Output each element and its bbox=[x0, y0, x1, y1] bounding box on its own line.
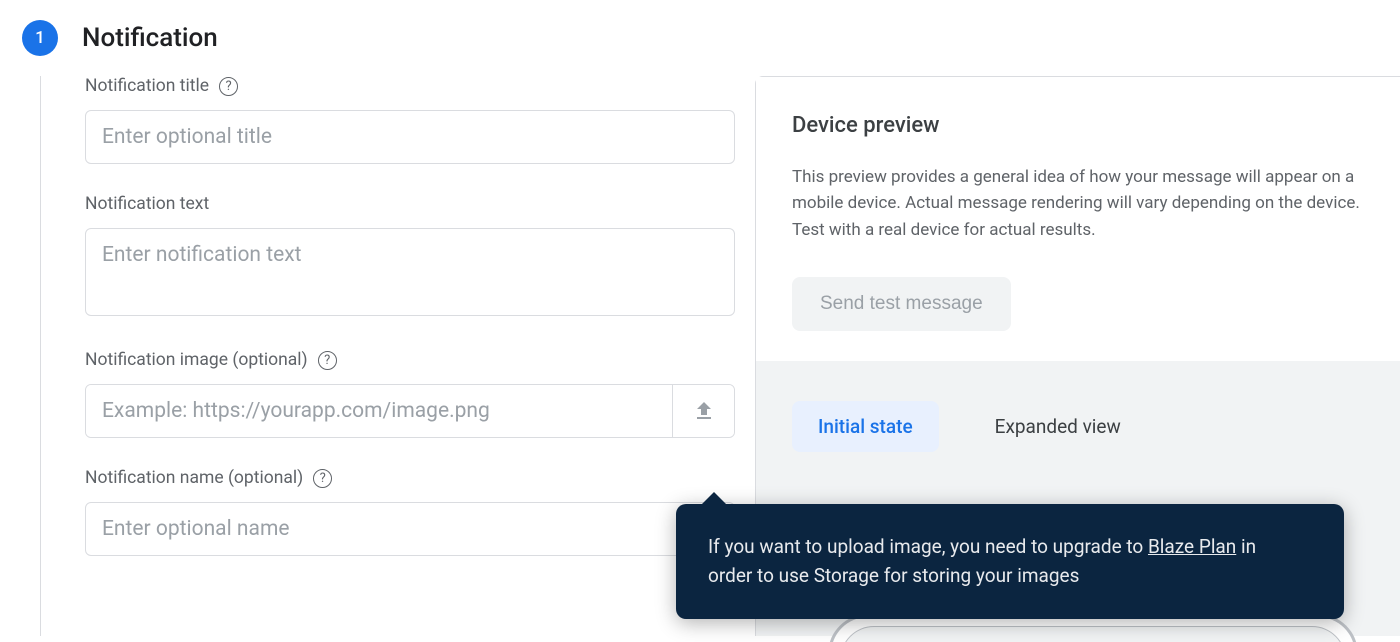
preview-tabs: Initial state Expanded view bbox=[792, 401, 1364, 452]
help-icon[interactable]: ? bbox=[219, 77, 238, 96]
notification-image-label: Notification image (optional) bbox=[85, 350, 308, 370]
device-preview-description: This preview provides a general idea of … bbox=[792, 164, 1364, 243]
tooltip-text-prefix: If you want to upload image, you need to… bbox=[708, 535, 1148, 558]
tab-expanded-view[interactable]: Expanded view bbox=[969, 401, 1147, 452]
notification-title-field: Notification title ? bbox=[85, 76, 735, 164]
notification-image-field: Notification image (optional) ? bbox=[85, 350, 735, 438]
upload-upgrade-tooltip: If you want to upload image, you need to… bbox=[676, 504, 1344, 619]
help-icon[interactable]: ? bbox=[318, 351, 337, 370]
step-header: 1 Notification bbox=[0, 0, 1400, 76]
tab-initial-state[interactable]: Initial state bbox=[792, 401, 939, 452]
send-test-message-button[interactable]: Send test message bbox=[792, 277, 1011, 331]
upload-icon bbox=[692, 399, 716, 423]
notification-name-input[interactable] bbox=[85, 502, 735, 556]
blaze-plan-link[interactable]: Blaze Plan bbox=[1148, 535, 1236, 558]
upload-image-button[interactable] bbox=[672, 385, 734, 437]
notification-name-field: Notification name (optional) ? bbox=[85, 468, 735, 556]
notification-image-url-input[interactable] bbox=[86, 385, 672, 437]
notification-title-input[interactable] bbox=[85, 110, 735, 164]
notification-form: Notification title ? Notification text N… bbox=[85, 76, 755, 636]
step-title: Notification bbox=[82, 23, 218, 53]
notification-text-field: Notification text bbox=[85, 194, 735, 320]
notification-title-label: Notification title bbox=[85, 76, 209, 96]
help-icon[interactable]: ? bbox=[313, 469, 332, 488]
step-number-badge: 1 bbox=[22, 20, 58, 56]
device-preview-title: Device preview bbox=[792, 113, 1364, 138]
notification-text-input[interactable] bbox=[85, 228, 735, 316]
notification-name-label: Notification name (optional) bbox=[85, 468, 303, 488]
notification-text-label: Notification text bbox=[85, 194, 209, 214]
phone-frame-inner bbox=[840, 626, 1346, 642]
